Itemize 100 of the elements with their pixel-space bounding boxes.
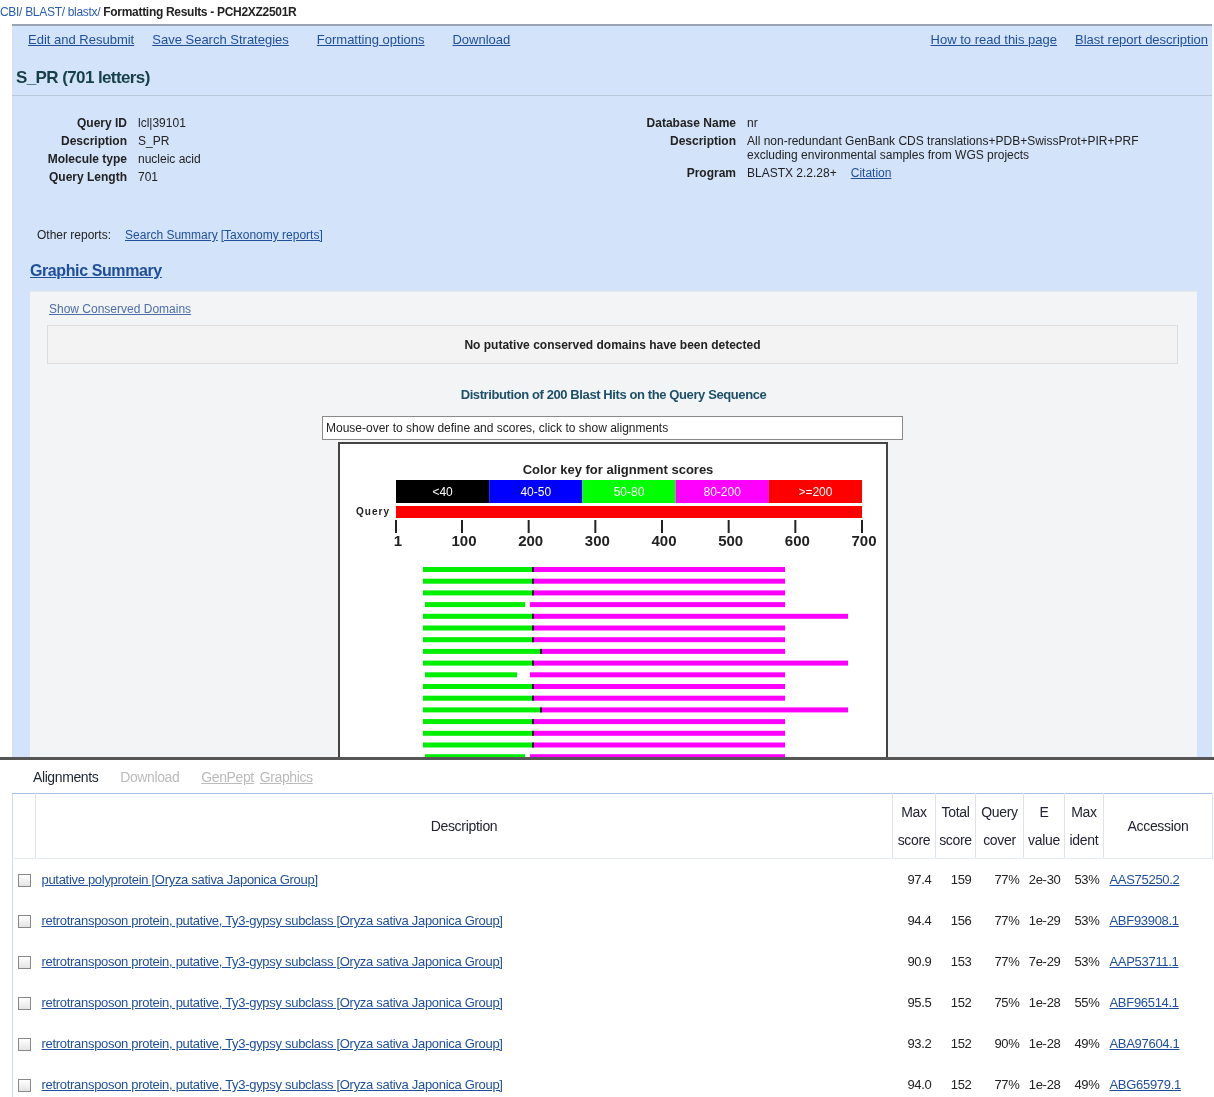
table-cell-text: 156: [949, 912, 973, 930]
row-checkbox[interactable]: [17, 956, 31, 970]
table-cell-text: 93.2: [906, 1035, 933, 1053]
table-cell-text: 55%: [1073, 994, 1101, 1012]
hit-description-link[interactable]: retrotransposon protein, putative, Ty3-gypsy subclass [Oryza sativa Japonica Group]: [41, 1036, 503, 1051]
citation-link[interactable]: Citation: [850, 166, 892, 180]
table-cell-text: 77%: [993, 953, 1021, 971]
info-value: BLASTX 2.2.28+: [747, 166, 837, 180]
nav-link[interactable]: Edit and Resubmit: [28, 32, 135, 54]
column-header: Accession: [1103, 793, 1213, 859]
info-label: Program: [685, 166, 736, 180]
table-cell-text: 1e-28: [1027, 1035, 1062, 1053]
table-cell: 77%: [975, 858, 1024, 900]
help-link[interactable]: How to read this page: [930, 32, 1058, 54]
accession-link[interactable]: AAS75250.2: [1109, 872, 1180, 887]
color-key-label: <40: [432, 485, 453, 499]
conserved-domains-message: No putative conserved domains have been detected: [47, 325, 1178, 364]
info-label: Molecule type: [46, 152, 127, 166]
row-checkbox[interactable]: [17, 915, 31, 929]
column-header: Max score: [892, 793, 936, 859]
column-header: Query cover: [975, 793, 1024, 859]
hit-description-link[interactable]: retrotransposon protein, putative, Ty3-gypsy subclass [Oryza sativa Japonica Group]: [41, 995, 503, 1010]
nav-link[interactable]: Formatting options: [316, 32, 425, 54]
distribution-title: Distribution of 200 Blast Hits on the Query Sequence: [459, 387, 768, 404]
table-cell-text: 53%: [1073, 912, 1101, 930]
table-cell-text: 152: [949, 1035, 973, 1053]
info-label: Database Name: [645, 116, 736, 130]
table-cell: 97.4: [892, 858, 936, 900]
accession-link[interactable]: ABF96514.1: [1109, 995, 1179, 1010]
table-cell-text: 77%: [993, 1076, 1021, 1094]
table-cell-text: 152: [949, 1076, 973, 1094]
color-key-label: 50-80: [613, 485, 645, 499]
breadcrumb-link[interactable]: blastx/: [67, 5, 101, 19]
row-checkbox[interactable]: [17, 1079, 31, 1093]
hit-description-link[interactable]: putative polyprotein [Oryza sativa Japonica Group]: [41, 872, 318, 887]
info-label: Description: [60, 134, 127, 148]
column-header: Total score: [935, 793, 976, 859]
report-link[interactable]: Search Summary: [125, 228, 218, 246]
table-cell-text: 75%: [993, 994, 1021, 1012]
column-header: Description: [35, 793, 893, 859]
table-cell-text: 90.9: [906, 953, 933, 971]
graphic-summary-link[interactable]: Graphic Summary: [30, 262, 162, 279]
table-cell-text: 1e-29: [1027, 912, 1062, 930]
tick-label: 700: [851, 532, 877, 549]
nav-link[interactable]: Save Search Strategies: [152, 32, 289, 54]
table-cell-text: 95.5: [906, 994, 933, 1012]
breadcrumb-link[interactable]: CBI/: [0, 5, 23, 19]
table-cell: 159: [935, 858, 976, 900]
breadcrumb-link[interactable]: BLAST/: [25, 5, 65, 19]
tick-label: 300: [584, 532, 610, 549]
query-label: Query: [356, 506, 390, 517]
tick-label: 600: [784, 532, 810, 549]
table-cell-text: 1e-28: [1027, 994, 1062, 1012]
tick-label: 400: [651, 532, 677, 549]
accession-link[interactable]: ABF93908.1: [1109, 913, 1179, 928]
hit-description-link[interactable]: retrotransposon protein, putative, Ty3-gypsy subclass [Oryza sativa Japonica Group]: [41, 954, 503, 969]
nav-link[interactable]: Download: [452, 32, 511, 54]
table-cell-text: 53%: [1073, 953, 1101, 971]
table-cell-text: 153: [949, 953, 973, 971]
table-cell-text: 49%: [1073, 1035, 1101, 1053]
table-cell-text: 77%: [993, 912, 1021, 930]
row-checkbox[interactable]: [17, 874, 31, 888]
report-link[interactable]: [Taxonomy reports]: [220, 228, 323, 246]
info-value: S_PR: [138, 134, 170, 148]
color-key-label: 80-200: [703, 485, 741, 499]
query-title: S_PR (701 letters): [12, 54, 1212, 96]
info-label: Description: [669, 134, 736, 150]
info-label: Query Length: [48, 170, 127, 184]
column-header: E value: [1023, 793, 1065, 859]
other-reports-label: Other reports:: [37, 228, 112, 244]
info-value: All non-redundant GenBank CDS translations+PDB+SwissProt+PIR+PRF excluding environmental samples from WGS projects: [747, 134, 1139, 162]
info-value: lcl|39101: [138, 116, 186, 130]
tick-label: 200: [518, 532, 544, 549]
table-cell: 2e-30: [1023, 858, 1065, 900]
column-header: Max ident: [1064, 793, 1104, 859]
table-cell-text: 94.0: [906, 1076, 933, 1094]
show-conserved-domains-link[interactable]: Show Conserved Domains: [49, 302, 192, 316]
tick-label: 1: [393, 532, 403, 549]
info-value: nr: [747, 116, 758, 130]
hit-description-link[interactable]: retrotransposon protein, putative, Ty3-gypsy subclass [Oryza sativa Japonica Group]: [41, 913, 503, 928]
info-label: Query ID: [76, 116, 127, 130]
row-checkbox[interactable]: [17, 997, 31, 1011]
accession-link[interactable]: ABG65979.1: [1109, 1077, 1181, 1092]
accession-link[interactable]: AAP53711.1: [1109, 954, 1179, 969]
help-link[interactable]: Blast report description: [1075, 32, 1208, 54]
color-key-label: >=200: [798, 485, 833, 499]
mouseover-info-field[interactable]: Mouse-over to show define and scores, click to show alignments: [322, 416, 903, 440]
tick-label: 100: [451, 532, 477, 549]
table-cell-text: 7e-29: [1027, 953, 1062, 971]
color-key-label: 40-50: [520, 485, 552, 499]
table-cell-text: 152: [949, 994, 973, 1012]
table-cell-text: 90%: [993, 1035, 1021, 1053]
row-checkbox[interactable]: [17, 1038, 31, 1052]
table-cell-text: 94.4: [906, 912, 933, 930]
table-cell-text: 1e-28: [1027, 1076, 1062, 1094]
hit-description-link[interactable]: retrotransposon protein, putative, Ty3-gypsy subclass [Oryza sativa Japonica Group]: [41, 1077, 503, 1092]
results-tab[interactable]: Alignments: [33, 768, 99, 785]
tick-label: 500: [718, 532, 744, 549]
accession-link[interactable]: ABA97604.1: [1109, 1036, 1180, 1051]
table-cell-text: 49%: [1073, 1076, 1101, 1094]
